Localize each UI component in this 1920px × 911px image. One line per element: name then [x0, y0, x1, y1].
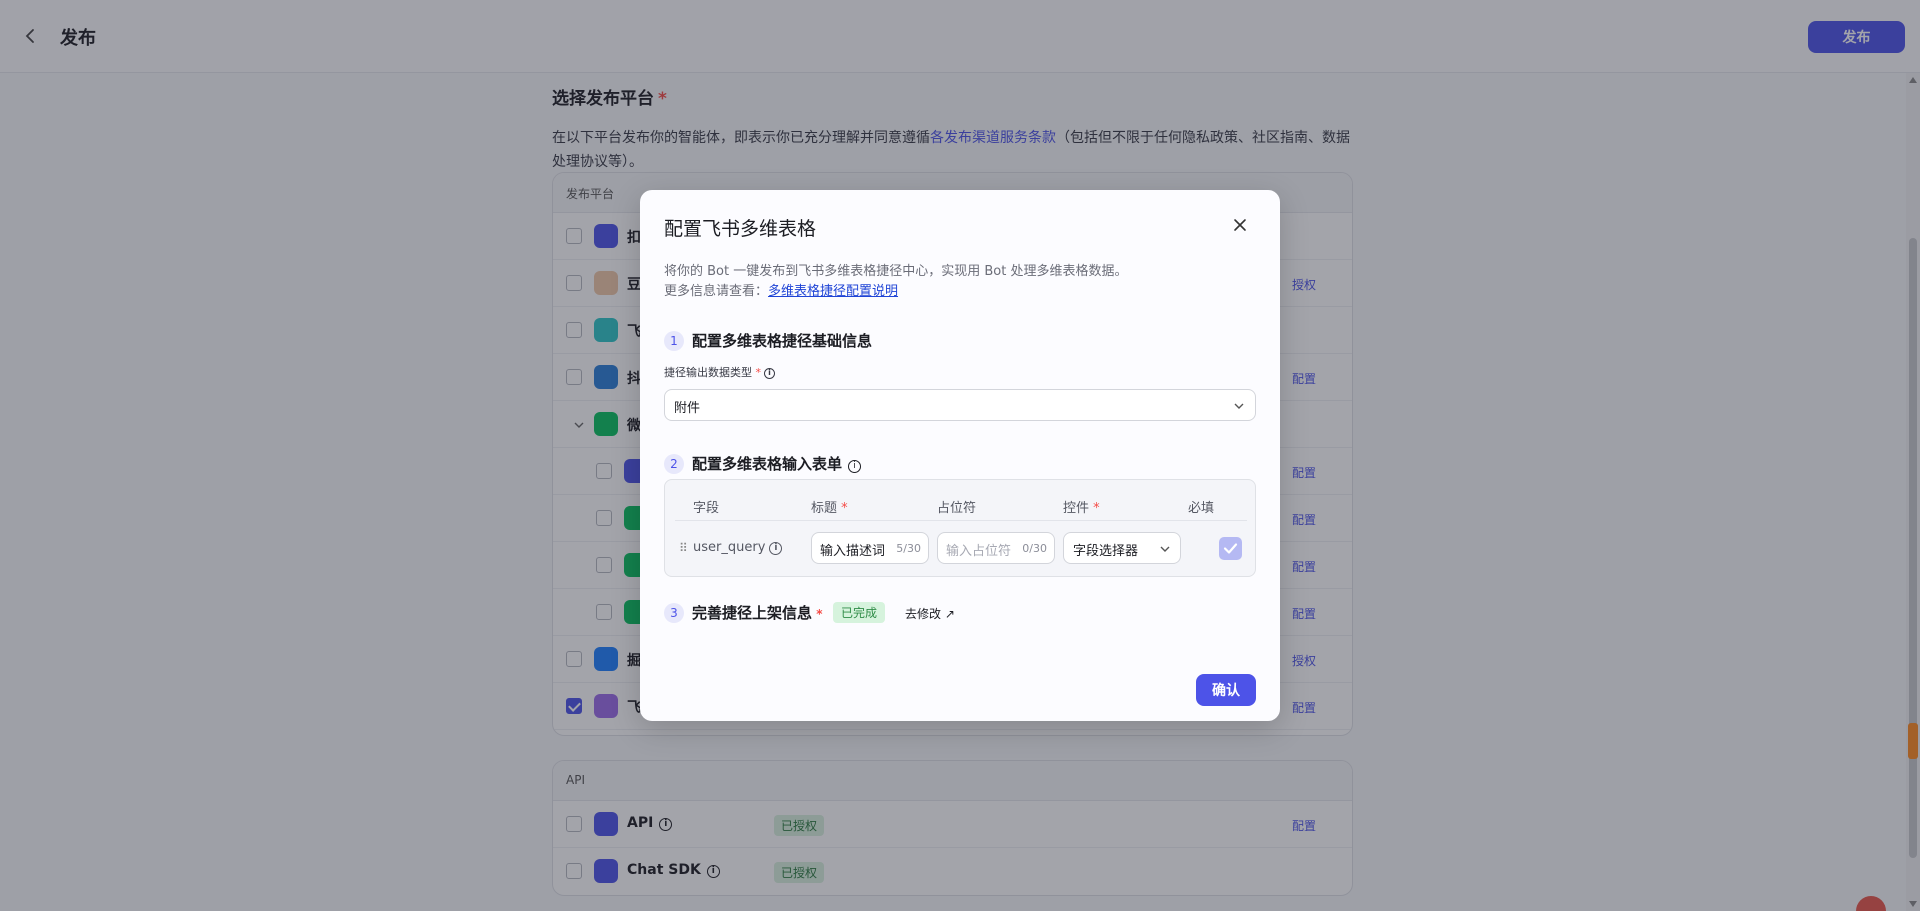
status-badge: 已完成 — [833, 602, 886, 623]
output-type-select[interactable]: 附件 — [664, 389, 1256, 421]
config-dialog: 配置飞书多维表格 将你的 Bot 一键发布到飞书多维表格捷径中心，实现用 Bot… — [640, 190, 1280, 721]
step-number: 3 — [664, 603, 684, 623]
field-name: user_query i — [693, 540, 783, 555]
check-icon — [1223, 543, 1238, 554]
info-icon[interactable]: i — [848, 460, 862, 473]
edit-link[interactable]: 去修改 ↗ — [905, 605, 955, 622]
chevron-down-icon — [1160, 546, 1170, 552]
step-number: 2 — [664, 454, 684, 474]
close-icon[interactable] — [1232, 217, 1248, 233]
required-checkbox[interactable] — [1219, 537, 1242, 560]
confirm-button[interactable]: 确认 — [1196, 674, 1256, 706]
column-header-required: 必填 — [1188, 501, 1215, 516]
info-icon[interactable]: i — [764, 368, 775, 379]
doc-link[interactable]: 多维表格捷径配置说明 — [768, 284, 898, 299]
divider — [675, 520, 1247, 521]
info-icon[interactable]: i — [769, 542, 783, 555]
dialog-description: 将你的 Bot 一键发布到飞书多维表格捷径中心，实现用 Bot 处理多维表格数据… — [664, 264, 1128, 299]
step-title: 完善捷径上架信息 * — [692, 604, 823, 622]
column-header-placeholder: 占位符 — [937, 501, 977, 516]
input-form-table: 字段 标题 * 占位符 控件 * 必填 ⠿ user_query i 输入描述词 … — [664, 479, 1256, 577]
title-input[interactable]: 输入描述词 5/30 — [811, 532, 929, 564]
step-title: 配置多维表格捷径基础信息 — [692, 332, 873, 350]
placeholder-input[interactable]: 输入占位符 0/30 — [937, 532, 1055, 564]
step-title: 配置多维表格输入表单 i — [692, 453, 862, 474]
drag-handle-icon[interactable]: ⠿ — [679, 541, 688, 555]
column-header-title: 标题 * — [811, 501, 848, 516]
control-select[interactable]: 字段选择器 — [1063, 532, 1181, 564]
output-type-label: 捷径输出数据类型 * i — [664, 364, 775, 380]
char-counter: 0/30 — [1022, 542, 1047, 555]
column-header-field: 字段 — [693, 501, 720, 516]
column-header-control: 控件 * — [1063, 501, 1100, 516]
char-counter: 5/30 — [896, 542, 921, 555]
dialog-title: 配置飞书多维表格 — [664, 218, 817, 240]
step-number: 1 — [664, 331, 684, 351]
chevron-down-icon — [1234, 403, 1244, 409]
